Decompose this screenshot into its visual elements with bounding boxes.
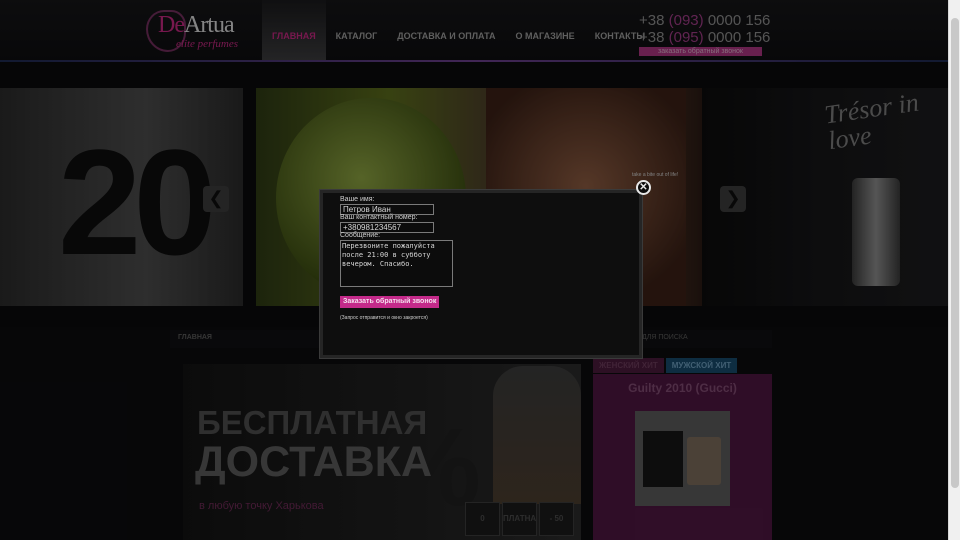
close-icon[interactable]: ✕ bbox=[636, 180, 651, 195]
page: DeArtua elite perfumes ГЛАВНАЯ КАТАЛОГ Д… bbox=[0, 0, 960, 540]
phone-label: Ваш контактный номер: bbox=[340, 214, 418, 221]
name-label: Ваше имя: bbox=[340, 196, 375, 203]
submit-note: (Запрос отправится и окно закроется) bbox=[340, 315, 428, 321]
message-label: Сообщение: bbox=[340, 232, 381, 239]
callback-modal: Ваше имя: Ваш контактный номер: Сообщени… bbox=[320, 190, 642, 358]
submit-callback-button[interactable]: Заказать обратный звонок bbox=[340, 296, 440, 308]
page-scrollbar[interactable] bbox=[948, 0, 960, 540]
scrollbar-thumb[interactable] bbox=[951, 18, 959, 488]
message-textarea[interactable]: Перезвоните пожалуйста после 21:00 в суб… bbox=[340, 240, 453, 287]
